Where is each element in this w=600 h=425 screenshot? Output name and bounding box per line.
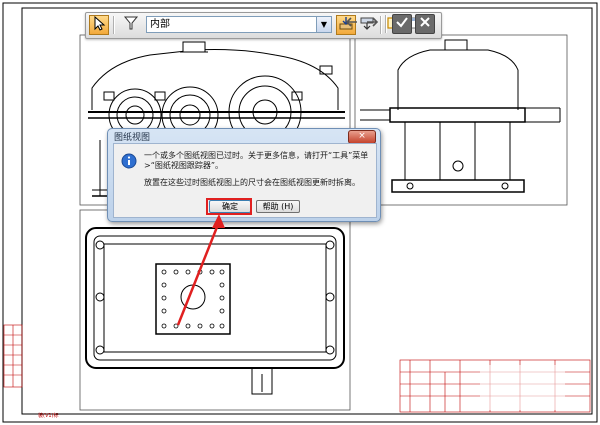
annotation-arrow — [176, 214, 225, 326]
